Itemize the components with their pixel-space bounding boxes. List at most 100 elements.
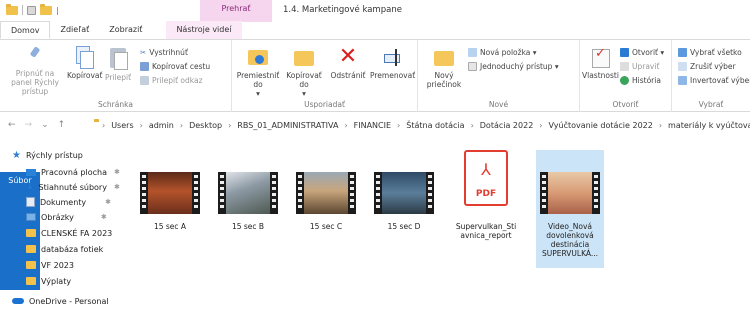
tab-video-tools[interactable]: Nástroje videí (166, 21, 242, 39)
easy-access-button[interactable]: Jednoduchý prístup ▾ (468, 62, 559, 71)
delete-icon: ✕ (338, 44, 358, 69)
paste-button[interactable]: Prilepiť (103, 46, 133, 82)
select-none-button[interactable]: Zrušiť výber (678, 62, 736, 71)
nav-buttons: ← → ⌄ ↑ (0, 120, 65, 130)
copy-to-button[interactable]: Kopírovať do ▾ (282, 46, 326, 98)
new-folder-icon[interactable] (40, 3, 52, 15)
film-strip-icon (374, 172, 382, 214)
file-item-video-nova-destinacia[interactable]: Video_Nová dovolenková destinácia SUPERV… (536, 150, 604, 268)
paste-icon (108, 46, 128, 70)
breadcrumb-vyuctovanie[interactable]: Vyúčtovanie dotácie 2022 (549, 121, 653, 130)
sidebar-item-downloads[interactable]: ↓ Stiahnuté súbory ✱ (26, 180, 120, 194)
file-item-15-sec-c[interactable]: 15 sec C (292, 150, 360, 268)
paste-shortcut-button[interactable]: Prilepiť odkaz (140, 76, 203, 85)
select-all-icon (678, 48, 687, 57)
select-all-button[interactable]: Vybrať všetko (678, 48, 742, 57)
desktop-icon (26, 168, 36, 176)
edit-button[interactable]: Upraviť (620, 62, 659, 71)
new-folder-button[interactable]: Nový priečinok (424, 46, 464, 89)
film-strip-icon (592, 172, 600, 214)
sidebar-item-desktop[interactable]: Pracovná plocha ✱ (26, 165, 120, 179)
open-button[interactable]: Otvoriť ▾ (620, 48, 664, 57)
breadcrumb-users[interactable]: Users (111, 121, 133, 130)
acrobat-icon: ⅄ (481, 160, 491, 179)
group-label-organize: Usporiadať (304, 100, 345, 109)
film-strip-icon (296, 172, 304, 214)
context-tab-play[interactable]: Prehrať (200, 0, 272, 22)
file-item-pdf-report[interactable]: ⅄ PDF Supervulkan_Stiavnica_report (452, 150, 520, 268)
breadcrumb-dotacia-2022[interactable]: Dotácia 2022 (480, 121, 534, 130)
sidebar-item-vyplaty[interactable]: Výplaty (26, 274, 71, 288)
breadcrumb-financie[interactable]: FINANCIE (354, 121, 391, 130)
copy-button[interactable]: Kopírovať (67, 46, 102, 80)
sidebar-item-documents[interactable]: Dokumenty ✱ (26, 195, 111, 209)
pictures-icon (26, 213, 36, 221)
breadcrumb-rbs-administrativa[interactable]: RBS_01_ADMINISTRATIVA (237, 121, 338, 130)
properties-button[interactable]: Vlastnosti (582, 46, 619, 80)
new-item-button[interactable]: Nová položka ▾ (468, 48, 537, 57)
quick-access-toolbar: | (6, 3, 59, 15)
cut-button[interactable]: ✂ Vystrihnúť (140, 48, 188, 57)
recent-locations-button[interactable]: ⌄ (41, 120, 49, 130)
tab-home[interactable]: Domov (0, 21, 51, 39)
copy-path-button[interactable]: Kopírovať cestu (140, 62, 210, 71)
up-button[interactable]: ↑ (58, 120, 66, 130)
sidebar-item-databaza-fotiek[interactable]: databáza fotiek (26, 242, 103, 256)
film-strip-icon (426, 172, 434, 214)
folder-icon (26, 229, 36, 237)
breadcrumb-materialy[interactable]: materiály k vyúčtovaniu (668, 121, 750, 130)
copy-to-icon (293, 46, 315, 68)
properties-icon[interactable] (27, 5, 36, 15)
file-name: 15 sec C (309, 222, 343, 231)
copy-path-icon (140, 62, 149, 71)
tab-view[interactable]: Zobraziť (99, 21, 152, 39)
delete-button[interactable]: ✕ Odstrániť (328, 44, 368, 81)
group-label-open: Otvoriť (612, 100, 639, 109)
open-icon (620, 48, 629, 57)
pin-icon: ✱ (100, 213, 107, 221)
address-bar[interactable]: › Users › admin › Desktop › RBS_01_ADMIN… (94, 116, 750, 134)
title-bar: | Prehrať 1.4. Marketingové kampane (0, 0, 750, 22)
navigation-pane: ★ Rýchly prístup Pracovná plocha ✱ ↓ Sti… (0, 148, 128, 333)
sidebar-item-vf-2023[interactable]: VF 2023 (26, 258, 74, 272)
back-button[interactable]: ← (8, 120, 16, 130)
rename-button[interactable]: Premenovať (370, 46, 415, 80)
folder-icon (6, 3, 18, 15)
sidebar-item-quick-access[interactable]: ★ Rýchly prístup (12, 148, 83, 162)
file-item-15-sec-a[interactable]: 15 sec A (136, 150, 204, 268)
video-thumbnail (218, 172, 278, 214)
new-item-icon (468, 48, 477, 57)
video-thumbnail (140, 172, 200, 214)
video-thumbnail (374, 172, 434, 214)
breadcrumb-desktop[interactable]: Desktop (189, 121, 222, 130)
breadcrumb-statna-dotacia[interactable]: Štátna dotácia (406, 121, 464, 130)
folder-icon (26, 277, 36, 285)
move-to-icon (246, 46, 270, 68)
file-item-15-sec-b[interactable]: 15 sec B (214, 150, 282, 268)
sidebar-item-onedrive[interactable]: OneDrive - Personal (12, 294, 109, 308)
sidebar-item-pictures[interactable]: Obrázky ✱ (26, 210, 107, 224)
easy-access-icon (468, 62, 477, 71)
film-strip-icon (192, 172, 200, 214)
pin-icon (28, 46, 42, 66)
group-label-select: Vybrať (698, 100, 724, 109)
breadcrumb-admin[interactable]: admin (149, 121, 174, 130)
film-strip-icon (270, 172, 278, 214)
forward-button[interactable]: → (25, 120, 33, 130)
history-icon (620, 76, 629, 85)
move-to-button[interactable]: Premiestniť do ▾ (236, 46, 280, 98)
pin-to-quick-access-button[interactable]: Pripnúť na panel Rýchly prístup (6, 46, 64, 96)
copy-icon (74, 46, 94, 69)
sidebar-item-clenske-fa[interactable]: CLENSKÉ FA 2023 (26, 226, 112, 240)
paste-shortcut-icon (140, 76, 149, 85)
address-row: ← → ⌄ ↑ › Users › admin › Desktop › RBS_… (0, 114, 750, 136)
group-label-clipboard: Schránka (98, 100, 133, 109)
history-button[interactable]: História (620, 76, 661, 85)
file-item-15-sec-d[interactable]: 15 sec D (370, 150, 438, 268)
ribbon-tabs: Súbor Domov Zdieľať Zobraziť Nástroje vi… (0, 21, 750, 290)
invert-selection-button[interactable]: Invertovať výber (678, 76, 750, 85)
file-name: 15 sec B (231, 222, 265, 231)
tab-share[interactable]: Zdieľať (50, 21, 99, 39)
customize-qa-icon[interactable]: | (56, 6, 59, 15)
ribbon: Pripnúť na panel Rýchly prístup Kopírova… (0, 40, 750, 112)
